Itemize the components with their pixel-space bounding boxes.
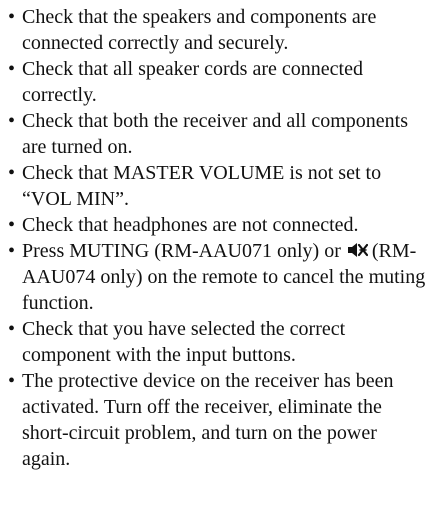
list-item-text: The protective device on the receiver ha… (22, 370, 394, 470)
list-item-text: Check that all speaker cords are connect… (22, 58, 363, 106)
bullet: • (8, 214, 16, 236)
list-item: • Check that you have selected the corre… (8, 316, 428, 368)
list-item-text: Check that you have selected the correct… (22, 318, 346, 366)
list-item: • Check that all speaker cords are conne… (8, 56, 428, 108)
bullet: • (8, 162, 16, 184)
list-item: • Press MUTING (RM-AAU071 only) or (RM-A… (8, 238, 428, 316)
list-item-text: Check that the speakers and components a… (22, 6, 377, 54)
list-item: • Check that headphones are not connecte… (8, 212, 428, 238)
list-item-text: Check that MASTER VOLUME is not set to “… (22, 162, 382, 210)
mute-icon (346, 241, 368, 259)
bullet: • (8, 240, 16, 262)
list-item: • Check that MASTER VOLUME is not set to… (8, 160, 428, 212)
troubleshooting-checklist: • Check that the speakers and components… (8, 4, 428, 472)
bullet: • (8, 110, 16, 132)
bullet: • (8, 370, 16, 392)
list-item: • Check that both the receiver and all c… (8, 108, 428, 160)
bullet: • (8, 6, 16, 28)
bullet: • (8, 58, 16, 80)
list-item-text: Check that headphones are not connected. (22, 214, 359, 236)
list-item: • The protective device on the receiver … (8, 368, 428, 472)
list-item-text: Check that both the receiver and all com… (22, 110, 408, 158)
list-item: • Check that the speakers and components… (8, 4, 428, 56)
list-item-text-before-icon: Press MUTING (RM-AAU071 only) or (22, 240, 341, 262)
bullet: • (8, 318, 16, 340)
document-page: • Check that the speakers and components… (0, 0, 436, 528)
